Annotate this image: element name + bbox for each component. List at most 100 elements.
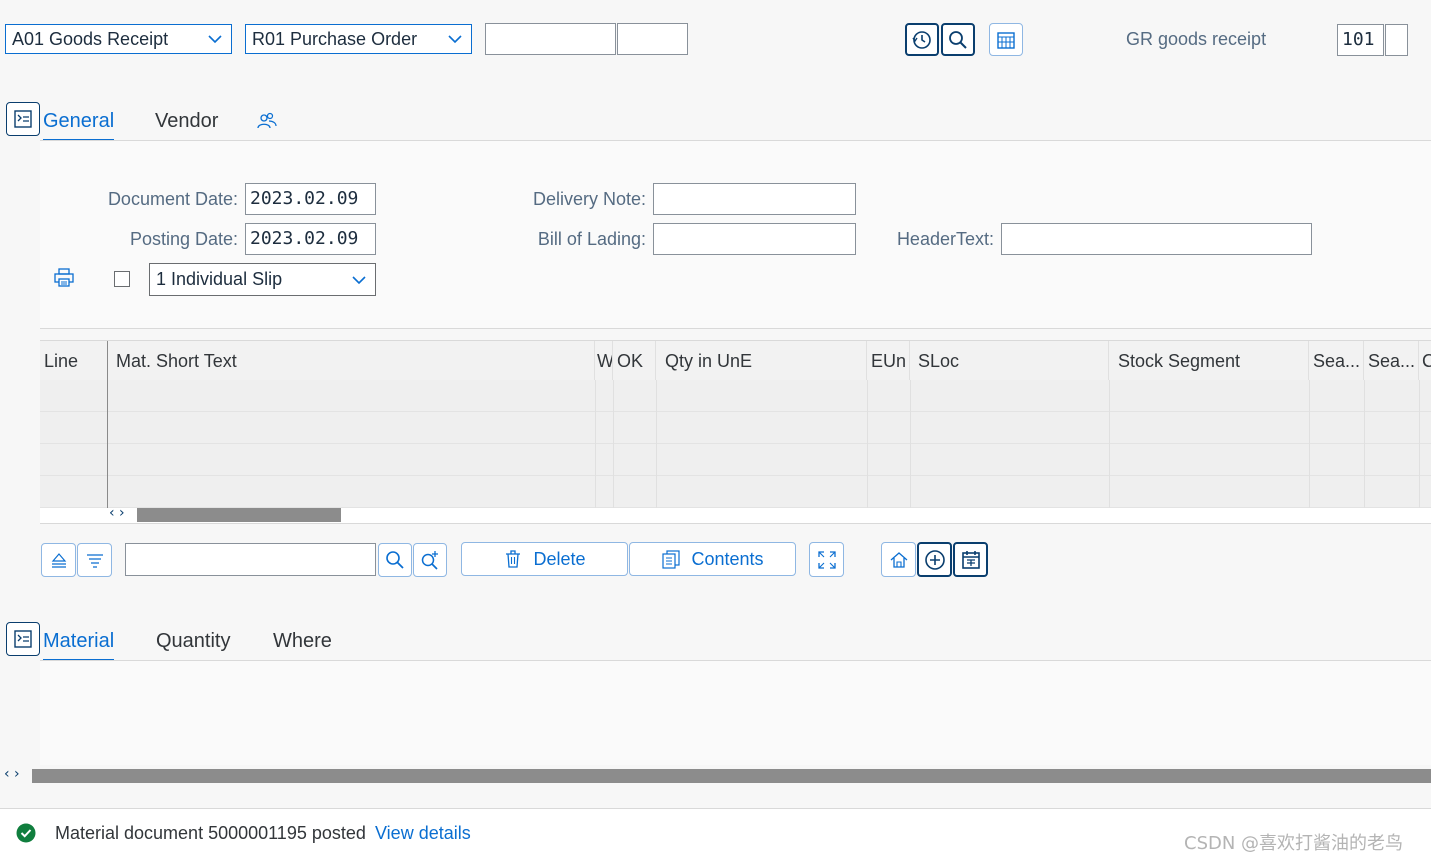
- home-icon: [890, 551, 907, 568]
- scrollbar-thumb[interactable]: [137, 508, 341, 522]
- search-icon: [949, 30, 967, 49]
- col-line[interactable]: Line: [40, 341, 108, 381]
- scroll-left-right-icon[interactable]: ‹ ›: [4, 766, 20, 782]
- column-separator: [910, 380, 911, 508]
- col-eun[interactable]: EUn: [867, 341, 910, 381]
- column-separator: [656, 380, 657, 508]
- column-separator: [1419, 380, 1420, 508]
- column-separator: [1364, 380, 1365, 508]
- slip-select-value: 1 Individual Slip: [156, 269, 283, 289]
- fullscreen-button[interactable]: [809, 542, 844, 577]
- status-bar: Material document 5000001195 posted View…: [0, 808, 1431, 859]
- col-ok[interactable]: OK: [613, 341, 656, 381]
- print-icon-wrapper: [53, 267, 75, 294]
- search-button[interactable]: [941, 23, 975, 56]
- col-sloc[interactable]: SLoc: [910, 341, 1109, 381]
- page-horizontal-scrollbar[interactable]: ‹ ›: [0, 766, 1431, 783]
- success-check-icon: [16, 823, 36, 843]
- reference-select-value: R01 Purchase Order: [252, 29, 418, 49]
- add-circle-icon: [924, 549, 945, 570]
- tab-where[interactable]: Where: [273, 630, 332, 653]
- calendar-button[interactable]: [953, 542, 988, 577]
- delivery-note-label: Delivery Note:: [532, 189, 646, 209]
- reference-field-2[interactable]: [617, 23, 688, 55]
- calendar-grid-icon: [997, 31, 1015, 49]
- collapse-panel-icon: [14, 630, 32, 648]
- status-message: Material document 5000001195 posted: [55, 823, 366, 843]
- find-button[interactable]: [378, 543, 412, 577]
- tab-vendor[interactable]: Vendor: [155, 110, 218, 133]
- delete-button-label: Delete: [533, 548, 586, 569]
- col-w[interactable]: W: [595, 341, 613, 381]
- collapse-detail-button[interactable]: [6, 622, 40, 656]
- movement-type-extra-field[interactable]: [1385, 24, 1408, 56]
- delivery-note-field[interactable]: [653, 183, 856, 215]
- chevron-down-icon: [208, 35, 222, 44]
- printer-icon: [54, 268, 74, 287]
- tab-partners[interactable]: [257, 111, 277, 136]
- header-text-field[interactable]: [1001, 223, 1312, 255]
- col-mat-short-text[interactable]: Mat. Short Text: [108, 341, 595, 381]
- table-row[interactable]: [40, 380, 1431, 412]
- print-checkbox[interactable]: [114, 271, 130, 287]
- trash-icon: [506, 550, 521, 568]
- documents-icon: [662, 550, 681, 569]
- transaction-select-value: A01 Goods Receipt: [12, 29, 169, 49]
- search-plus-icon: [421, 551, 438, 570]
- header-text-label: HeaderText:: [896, 229, 994, 249]
- chevron-down-icon: [448, 35, 462, 44]
- movement-type-field[interactable]: 101: [1337, 24, 1384, 56]
- table-row[interactable]: [40, 476, 1431, 508]
- column-separator: [107, 380, 108, 508]
- items-table-header: Line Mat. Short Text W OK Qty in UnE EUn…: [40, 340, 1431, 382]
- table-row[interactable]: [40, 444, 1431, 476]
- document-date-field[interactable]: 2023.02.09: [245, 183, 376, 215]
- calendar-icon: [961, 550, 980, 569]
- col-stock-segment[interactable]: Stock Segment: [1109, 341, 1309, 381]
- table-row[interactable]: [40, 412, 1431, 444]
- bill-of-lading-label: Bill of Lading:: [537, 229, 646, 249]
- tab-general[interactable]: General: [43, 110, 115, 142]
- table-search-input[interactable]: [125, 543, 376, 576]
- collapse-header-button[interactable]: [6, 102, 40, 136]
- column-separator: [613, 380, 614, 508]
- posting-date-field[interactable]: 2023.02.09: [245, 223, 376, 255]
- contents-button[interactable]: Contents: [629, 542, 796, 576]
- sort-ascending-button[interactable]: [41, 543, 76, 577]
- sort-ascending-icon: [51, 553, 66, 568]
- section-divider: [40, 328, 1431, 329]
- reference-field-1[interactable]: [485, 23, 616, 55]
- reference-select[interactable]: R01 Purchase Order: [245, 24, 472, 54]
- slip-select[interactable]: 1 Individual Slip: [149, 263, 376, 296]
- posting-date-label: Posting Date:: [129, 229, 238, 249]
- col-sea-1[interactable]: Sea...: [1309, 341, 1364, 381]
- scroll-left-right-icon[interactable]: ‹ ›: [109, 505, 125, 521]
- col-c[interactable]: C: [1419, 341, 1431, 381]
- tab-quantity[interactable]: Quantity: [156, 630, 230, 653]
- filter-button[interactable]: [77, 543, 112, 577]
- bill-of-lading-field[interactable]: [653, 223, 856, 255]
- find-next-button[interactable]: [413, 543, 447, 577]
- tab-material[interactable]: Material: [43, 630, 115, 662]
- clock-history-icon: [912, 30, 931, 49]
- table-horizontal-scrollbar[interactable]: ‹ ›: [40, 505, 1431, 524]
- col-qty-in-une[interactable]: Qty in UnE: [656, 341, 867, 381]
- delete-button[interactable]: Delete: [461, 542, 628, 576]
- add-item-button[interactable]: [917, 542, 952, 577]
- contents-button-label: Contents: [691, 548, 764, 569]
- scrollbar-thumb[interactable]: [32, 769, 1431, 783]
- view-details-link[interactable]: View details: [375, 823, 471, 844]
- document-date-label: Document Date:: [107, 189, 238, 209]
- calendar-grid-button[interactable]: [989, 23, 1023, 56]
- filter-lines-icon: [86, 554, 103, 568]
- column-separator: [867, 380, 868, 508]
- search-icon: [386, 551, 404, 569]
- detail-panel: [40, 661, 1431, 765]
- home-button[interactable]: [881, 542, 916, 577]
- movement-type-label: GR goods receipt: [1126, 29, 1267, 49]
- column-separator: [595, 380, 596, 508]
- history-button[interactable]: [905, 23, 939, 56]
- expand-icon: [817, 550, 836, 569]
- transaction-select[interactable]: A01 Goods Receipt: [5, 24, 232, 54]
- col-sea-2[interactable]: Sea...: [1364, 341, 1419, 381]
